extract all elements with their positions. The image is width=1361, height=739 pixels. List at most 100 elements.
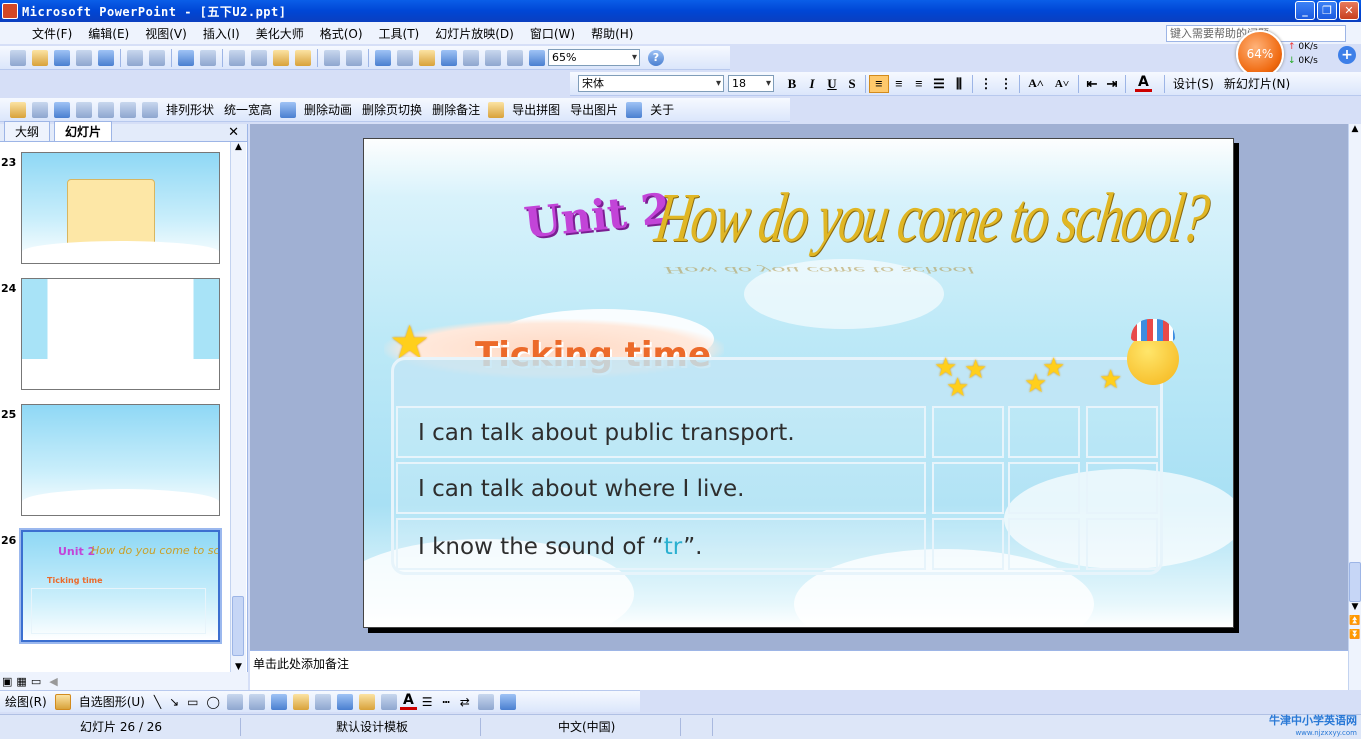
next-slide-icon[interactable]: ⏬ bbox=[1349, 630, 1361, 640]
diagram-icon[interactable] bbox=[292, 693, 309, 710]
layout-icon[interactable] bbox=[32, 101, 48, 118]
about-button[interactable]: 关于 bbox=[645, 101, 679, 118]
text-direction-button[interactable]: ⫼ bbox=[949, 76, 969, 92]
slide-thumbnail-25[interactable] bbox=[21, 404, 220, 516]
tab-outline[interactable]: 大纲 bbox=[4, 121, 51, 141]
close-button[interactable]: ✕ bbox=[1339, 1, 1359, 20]
export-image-button[interactable]: 导出图片 bbox=[565, 101, 623, 118]
line-icon[interactable]: ╲ bbox=[154, 695, 161, 709]
font-color-button[interactable]: A bbox=[1135, 75, 1152, 92]
line-style-icon[interactable]: ☰ bbox=[422, 695, 433, 709]
increase-indent-button[interactable]: ⇥ bbox=[1102, 76, 1122, 92]
menu-view[interactable]: 视图(V) bbox=[137, 25, 195, 42]
slide-sorter-view-icon[interactable]: ▦ bbox=[16, 675, 26, 688]
previous-slide-icon[interactable]: ⏫ bbox=[1349, 616, 1361, 626]
line-color-icon[interactable] bbox=[380, 693, 397, 710]
oval-icon[interactable]: ◯ bbox=[207, 695, 220, 709]
align-center-button[interactable]: ≡ bbox=[889, 76, 909, 92]
font-size-select[interactable]: 18 bbox=[728, 75, 774, 92]
export-icon[interactable] bbox=[488, 101, 505, 118]
grid-icon[interactable] bbox=[507, 49, 523, 66]
textbox-icon[interactable] bbox=[226, 693, 243, 710]
align-right-button[interactable]: ≡ bbox=[909, 76, 929, 92]
menu-file[interactable]: 文件(F) bbox=[24, 25, 80, 42]
slides-pane-scrollbar[interactable]: ▲ ▼ bbox=[230, 142, 246, 672]
insert-chart-icon[interactable] bbox=[375, 49, 391, 66]
menu-help[interactable]: 帮助(H) bbox=[583, 25, 641, 42]
arrange-shapes-button[interactable]: 排列形状 bbox=[161, 101, 219, 118]
justify-button[interactable]: ☰ bbox=[929, 76, 949, 92]
slideshow-view-icon[interactable]: ▭ bbox=[31, 675, 41, 688]
tab-slides[interactable]: 幻灯片 bbox=[54, 121, 113, 141]
format-painter-icon[interactable] bbox=[295, 49, 311, 66]
email-icon[interactable] bbox=[98, 49, 114, 66]
numbering-button[interactable]: ⋮ bbox=[976, 76, 996, 92]
grow-font-button[interactable]: A˄ bbox=[1023, 76, 1049, 91]
delete-animation-button[interactable]: 删除动画 bbox=[299, 101, 357, 118]
delete-transition-button[interactable]: 删除页切换 bbox=[357, 101, 427, 118]
bullets-button[interactable]: ⋮ bbox=[996, 76, 1016, 92]
normal-view-icon[interactable]: ▣ bbox=[2, 675, 12, 688]
scroll-down-icon[interactable]: ▼ bbox=[1349, 602, 1361, 612]
slide-thumbnail-23[interactable] bbox=[21, 152, 220, 264]
shrink-font-button[interactable]: A˅ bbox=[1049, 78, 1075, 90]
align-left-button[interactable]: ≡ bbox=[869, 74, 889, 93]
draw-font-color-icon[interactable]: A bbox=[399, 693, 417, 710]
current-slide[interactable]: Unit 2 How do you come to school? How do… bbox=[363, 138, 1234, 628]
zoom-select[interactable]: 65% bbox=[548, 49, 640, 66]
insert-picture-icon[interactable] bbox=[336, 693, 353, 710]
slide-thumbnail-26[interactable]: Unit 2 How do you come to school? Tickin… bbox=[19, 528, 222, 644]
new-icon[interactable] bbox=[10, 49, 26, 66]
scroll-down-icon[interactable]: ▼ bbox=[231, 662, 246, 672]
page-icon[interactable] bbox=[142, 101, 158, 118]
bold-button[interactable]: B bbox=[782, 76, 802, 92]
window-icon[interactable] bbox=[98, 101, 114, 118]
notes-pane[interactable]: 单击此处添加备注 bbox=[250, 650, 1348, 690]
paste-icon[interactable] bbox=[273, 49, 289, 66]
tables-borders-icon[interactable] bbox=[419, 49, 435, 66]
menu-slideshow[interactable]: 幻灯片放映(D) bbox=[427, 25, 522, 42]
minimize-button[interactable]: _ bbox=[1295, 1, 1315, 20]
shadow-style-icon[interactable] bbox=[477, 693, 494, 710]
undo-icon[interactable] bbox=[324, 49, 340, 66]
redo-icon[interactable] bbox=[346, 49, 362, 66]
expand-all-icon[interactable] bbox=[463, 49, 479, 66]
copy-icon[interactable] bbox=[251, 49, 267, 66]
menu-window[interactable]: 窗口(W) bbox=[522, 25, 583, 42]
open-icon[interactable] bbox=[32, 49, 48, 66]
picture-icon[interactable] bbox=[54, 101, 70, 118]
wordart-icon[interactable] bbox=[270, 693, 287, 710]
export-collage-button[interactable]: 导出拼图 bbox=[507, 101, 565, 118]
font-name-select[interactable]: 宋体 bbox=[578, 75, 724, 92]
permission-icon[interactable] bbox=[76, 49, 92, 66]
draw-menu-button[interactable]: 绘图(R) bbox=[0, 693, 52, 710]
research-icon[interactable] bbox=[200, 49, 216, 66]
menu-format[interactable]: 格式(O) bbox=[312, 25, 371, 42]
help-icon[interactable]: ? bbox=[648, 49, 664, 66]
insert-table-icon[interactable] bbox=[397, 49, 413, 66]
addin-icon[interactable] bbox=[10, 101, 26, 118]
3d-style-icon[interactable] bbox=[499, 693, 516, 710]
rectangle-icon[interactable]: ▭ bbox=[187, 695, 198, 709]
arrow-style-icon[interactable]: ⇄ bbox=[460, 695, 470, 709]
hyperlink-icon[interactable] bbox=[441, 49, 457, 66]
italic-button[interactable]: I bbox=[802, 76, 822, 92]
image-icon[interactable] bbox=[76, 101, 92, 118]
unify-size-button[interactable]: 统一宽高 bbox=[219, 101, 277, 118]
menu-beautify[interactable]: 美化大师 bbox=[248, 25, 312, 42]
menu-edit[interactable]: 编辑(E) bbox=[80, 25, 137, 42]
scroll-up-icon[interactable]: ▲ bbox=[1349, 124, 1361, 134]
fill-color-icon[interactable] bbox=[358, 693, 375, 710]
underline-button[interactable]: U bbox=[822, 76, 842, 92]
restore-button[interactable]: ❐ bbox=[1317, 1, 1337, 20]
arrow-icon[interactable]: ↘ bbox=[169, 695, 179, 709]
select-arrow-icon[interactable] bbox=[54, 693, 71, 710]
menu-insert[interactable]: 插入(I) bbox=[195, 25, 248, 42]
print-icon[interactable] bbox=[127, 49, 143, 66]
powerpoint-app-icon[interactable] bbox=[2, 3, 18, 19]
scroll-thumb[interactable] bbox=[232, 596, 244, 656]
spelling-icon[interactable] bbox=[178, 49, 194, 66]
decrease-indent-button[interactable]: ⇤ bbox=[1082, 76, 1102, 92]
shadow-button[interactable]: S bbox=[842, 76, 862, 92]
delete-notes-button[interactable]: 删除备注 bbox=[427, 101, 485, 118]
